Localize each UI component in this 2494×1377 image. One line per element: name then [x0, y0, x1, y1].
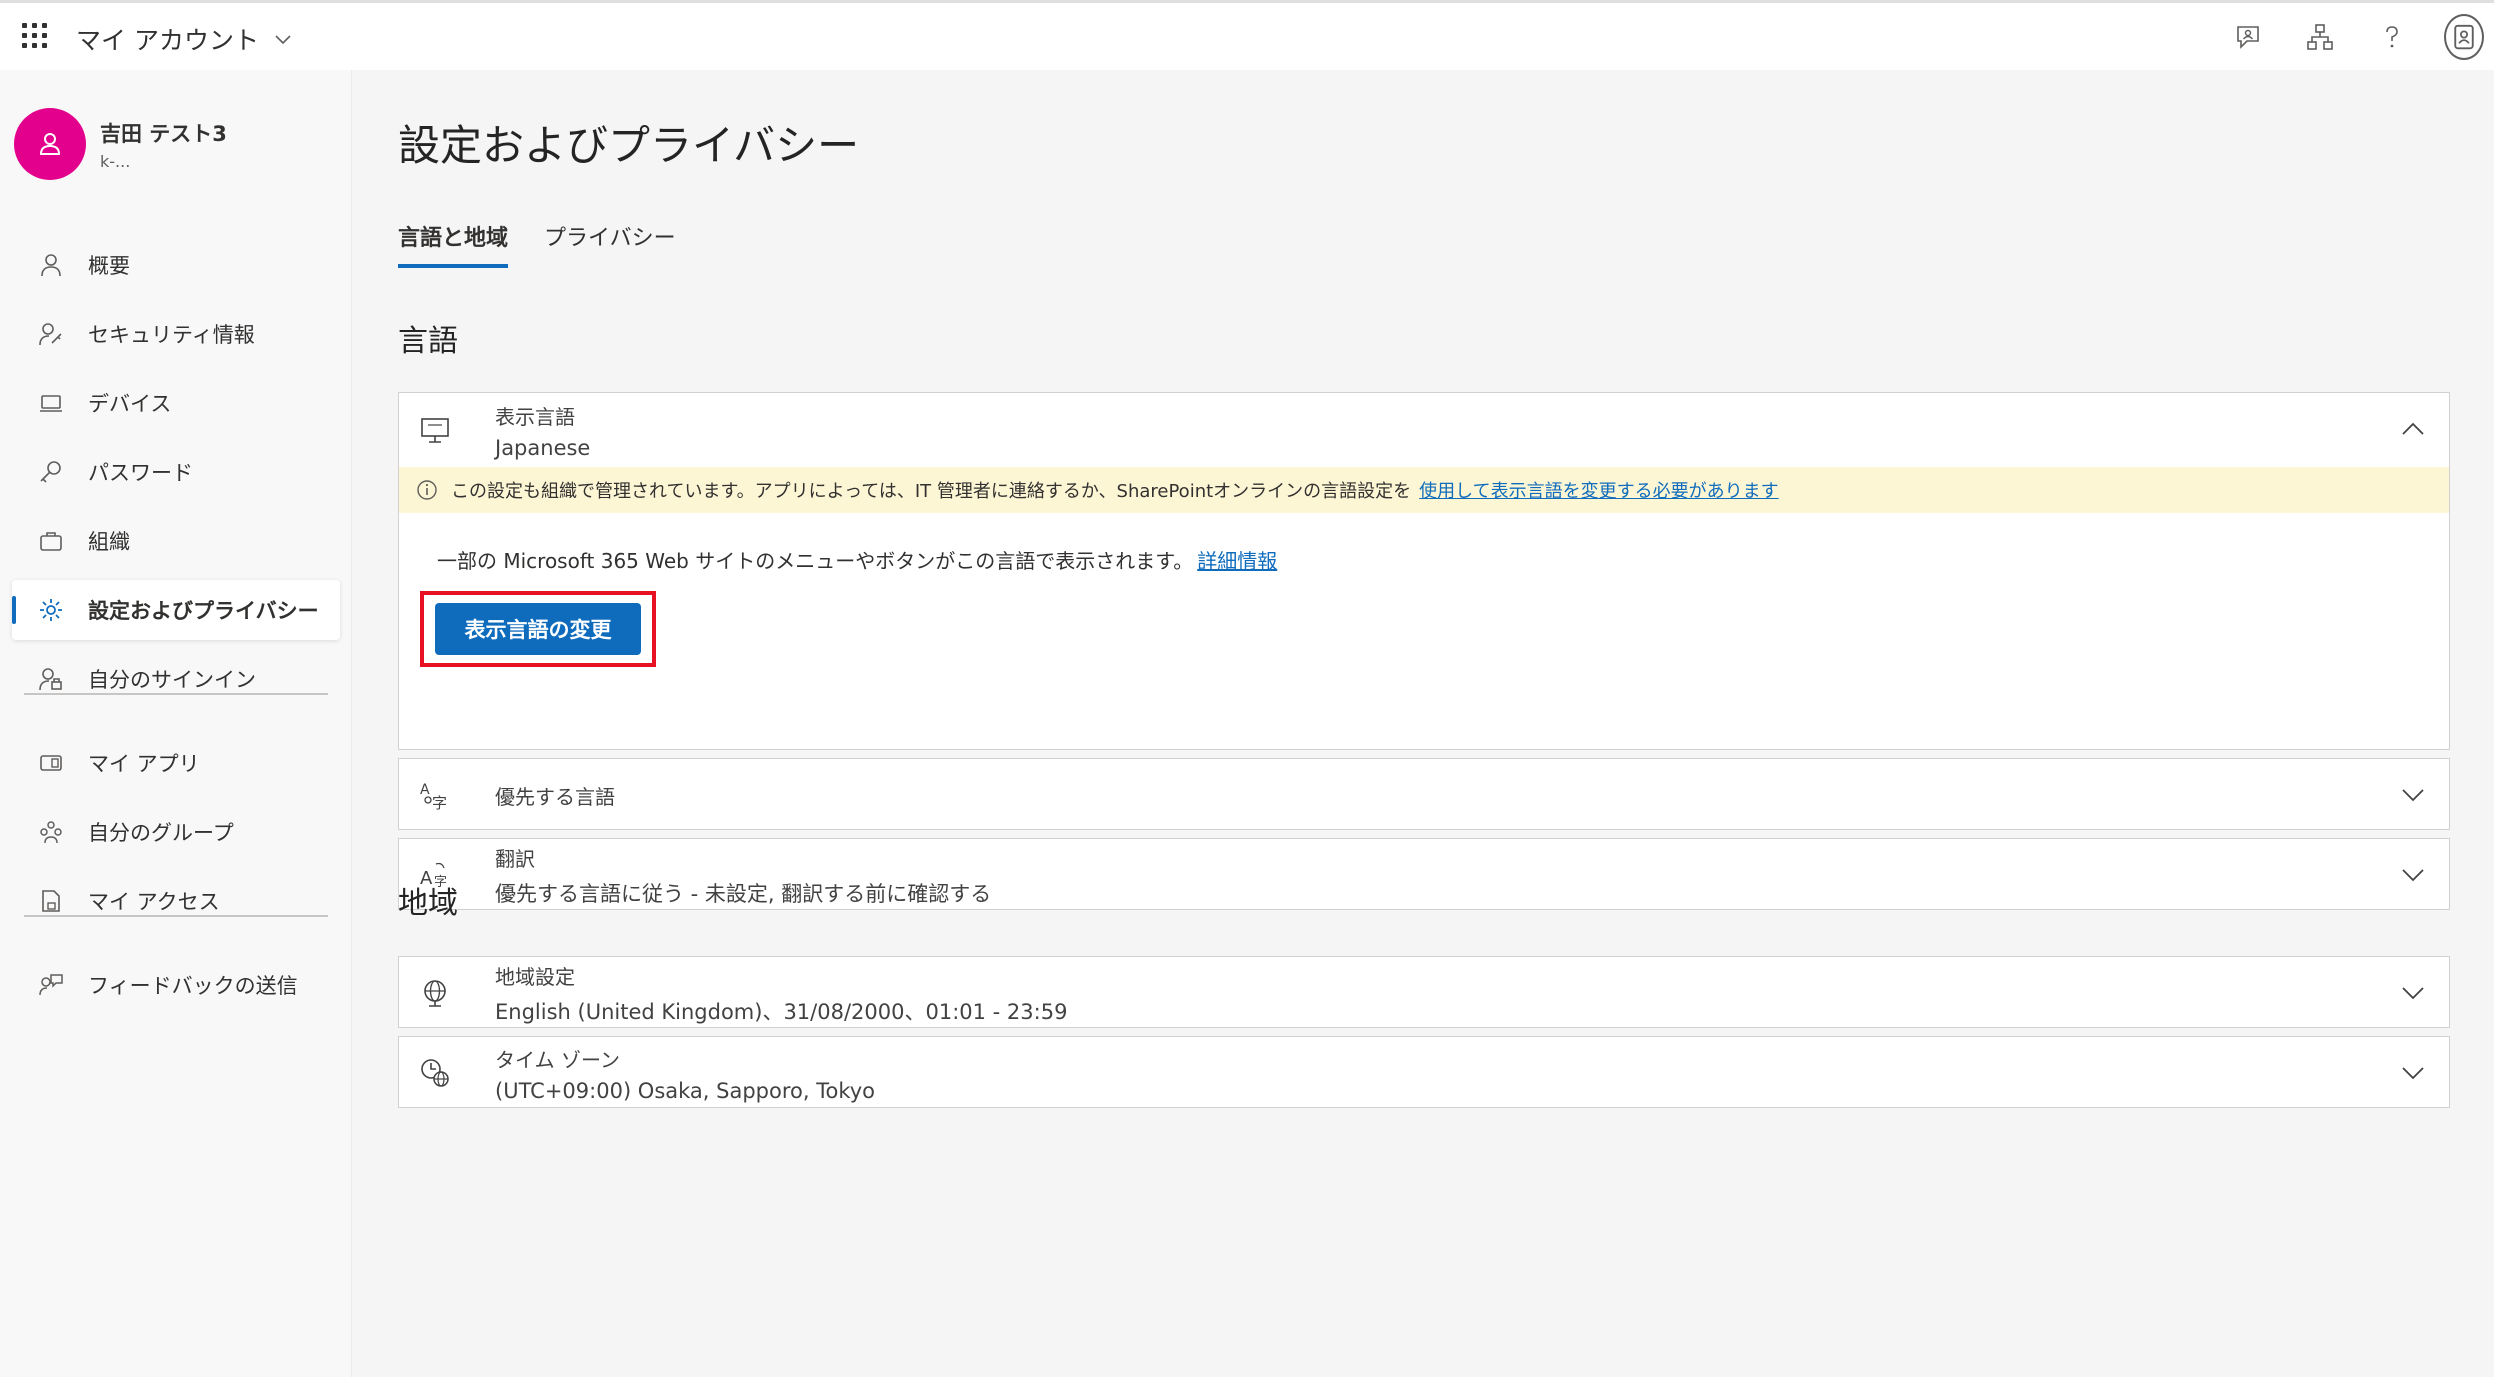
learn-more-link[interactable]: 詳細情報: [1197, 549, 1277, 573]
sidebar-item-overview[interactable]: 概要: [12, 235, 340, 295]
regional-settings-value: English (United Kingdom)、31/08/2000、01:0…: [495, 999, 1068, 1024]
chevron-down-icon[interactable]: [2397, 977, 2429, 1009]
document-lock-icon: [36, 886, 66, 916]
apps-icon: [36, 748, 66, 778]
sidebar-item-organization[interactable]: 組織: [12, 511, 340, 571]
avatar: [14, 108, 86, 180]
person-icon: [39, 133, 61, 155]
time-zone-panel[interactable]: タイム ゾーン (UTC+09:00) Osaka, Sapporo, Toky…: [398, 1036, 2450, 1108]
clock-globe-icon: [415, 1053, 455, 1093]
time-zone-header[interactable]: タイム ゾーン (UTC+09:00) Osaka, Sapporo, Toky…: [399, 1037, 2449, 1109]
monitor-icon: [415, 410, 455, 450]
display-language-description: 一部の Microsoft 365 Web サイトのメニューやボタンがこの言語で…: [437, 545, 2449, 574]
sidebar-item-security-info[interactable]: セキュリティ情報: [12, 304, 340, 364]
chevron-down-icon: [275, 35, 291, 45]
preferred-language-header[interactable]: A字 優先する言語: [399, 759, 2449, 831]
language-section-title: 言語: [398, 324, 458, 359]
person-feedback-icon: [36, 970, 66, 1000]
profile-email: k-...: [100, 151, 131, 171]
sidebar: 吉田 テスト3 k-... 概要 セキュリティ情報 デバイス パスワード 組織 …: [0, 70, 352, 1377]
preferred-language-panel[interactable]: A字 優先する言語: [398, 758, 2450, 830]
preferred-language-label: 優先する言語: [495, 784, 615, 809]
sidebar-item-my-signins[interactable]: 自分のサインイン: [12, 649, 340, 709]
svg-text:A: A: [420, 782, 430, 798]
chevron-up-icon[interactable]: [2397, 413, 2429, 445]
sidebar-divider: [24, 915, 328, 917]
sidebar-item-password[interactable]: パスワード: [12, 442, 340, 502]
sidebar-item-label: 自分のサインイン: [88, 668, 256, 692]
description-text: 一部の Microsoft 365 Web サイトのメニューやボタンがこの言語で…: [437, 549, 1194, 573]
notice-text: この設定も組織で管理されています。アプリによっては、IT 管理者に連絡するか、S…: [451, 481, 1412, 502]
sidebar-item-label: 設定およびプライバシー: [88, 599, 319, 623]
sidebar-item-my-apps[interactable]: マイ アプリ: [12, 733, 340, 793]
person-key-icon: [36, 319, 66, 349]
change-display-language-button[interactable]: 表示言語の変更: [435, 603, 641, 655]
main-content: 設定およびプライバシー 言語と地域 プライバシー 言語 表示言語 Japanes…: [352, 70, 2494, 1377]
chevron-down-icon[interactable]: [2397, 1057, 2429, 1089]
account-avatar-button[interactable]: [2444, 14, 2484, 60]
sidebar-item-settings-privacy[interactable]: 設定およびプライバシー: [12, 580, 340, 640]
tab-privacy[interactable]: プライバシー: [544, 220, 676, 268]
notice-link[interactable]: 使用して表示言語を変更する必要があります: [1419, 477, 1778, 503]
app-launcher-icon[interactable]: [22, 23, 50, 51]
sidebar-item-send-feedback[interactable]: フィードバックの送信: [12, 955, 340, 1015]
display-language-body: 一部の Microsoft 365 Web サイトのメニューやボタンがこの言語で…: [399, 513, 2449, 685]
sidebar-item-label: 概要: [88, 254, 130, 278]
managed-notice: この設定も組織で管理されています。アプリによっては、IT 管理者に連絡するか、S…: [399, 467, 2449, 513]
sidebar-item-my-access[interactable]: マイ アクセス: [12, 871, 340, 931]
time-zone-value: (UTC+09:00) Osaka, Sapporo, Tokyo: [495, 1078, 876, 1103]
translation-header[interactable]: A字 翻訳 優先する言語に従う - 未設定, 翻訳する前に確認する: [399, 839, 2449, 911]
info-icon: [417, 480, 437, 500]
sidebar-item-label: セキュリティ情報: [88, 323, 255, 347]
page-title: 設定およびプライバシー: [398, 121, 860, 170]
briefcase-icon: [36, 526, 66, 556]
top-bar: マイ アカウント: [0, 0, 2494, 70]
regional-settings-panel[interactable]: 地域設定 English (United Kingdom)、31/08/2000…: [398, 956, 2450, 1028]
svg-text:字: 字: [432, 794, 447, 812]
sidebar-item-my-groups[interactable]: 自分のグループ: [12, 802, 340, 862]
key-icon: [36, 457, 66, 487]
tab-language-region[interactable]: 言語と地域: [398, 220, 509, 268]
display-language-value: Japanese: [495, 435, 591, 460]
display-language-header[interactable]: 表示言語 Japanese: [399, 393, 2449, 467]
translation-label: 翻訳: [495, 846, 535, 871]
sidebar-divider: [24, 693, 328, 695]
display-language-label: 表示言語: [495, 404, 575, 429]
chevron-down-icon[interactable]: [2397, 859, 2429, 891]
feedback-icon[interactable]: [2228, 15, 2268, 59]
laptop-icon: [36, 388, 66, 418]
sidebar-item-label: マイ アプリ: [88, 752, 200, 776]
regional-settings-label: 地域設定: [495, 964, 575, 989]
chevron-down-icon[interactable]: [2397, 779, 2429, 811]
sidebar-item-label: 自分のグループ: [88, 821, 234, 845]
badge-icon: [2444, 14, 2484, 60]
profile-card: 吉田 テスト3 k-...: [14, 108, 227, 180]
time-zone-label: タイム ゾーン: [495, 1047, 620, 1072]
org-chart-icon[interactable]: [2300, 15, 2340, 59]
sidebar-item-label: マイ アクセス: [88, 890, 220, 914]
tab-list: 言語と地域 プライバシー: [398, 220, 676, 268]
display-language-panel: 表示言語 Japanese この設定も組織で管理されています。アプリによっては、…: [398, 392, 2450, 750]
gear-icon: [36, 595, 66, 625]
sidebar-item-label: 組織: [88, 530, 130, 554]
profile-name: 吉田 テスト3: [100, 121, 227, 146]
sidebar-item-label: デバイス: [88, 392, 172, 416]
app-title-menu[interactable]: マイ アカウント: [76, 21, 293, 57]
app-title: マイ アカウント: [76, 26, 259, 55]
sidebar-item-label: フィードバックの送信: [88, 974, 298, 998]
sidebar-item-label: パスワード: [88, 461, 193, 485]
globe-gear-icon: [415, 973, 455, 1013]
regional-settings-header[interactable]: 地域設定 English (United Kingdom)、31/08/2000…: [399, 957, 2449, 1029]
people-icon: [36, 817, 66, 847]
translate-icon: A字: [415, 775, 455, 815]
help-icon[interactable]: [2372, 15, 2412, 59]
translation-value: 優先する言語に従う - 未設定, 翻訳する前に確認する: [495, 881, 992, 906]
region-section-title: 地域: [398, 886, 458, 921]
translation-panel[interactable]: A字 翻訳 優先する言語に従う - 未設定, 翻訳する前に確認する: [398, 838, 2450, 910]
person-lock-icon: [36, 664, 66, 694]
sidebar-item-devices[interactable]: デバイス: [12, 373, 340, 433]
person-icon: [36, 250, 66, 280]
